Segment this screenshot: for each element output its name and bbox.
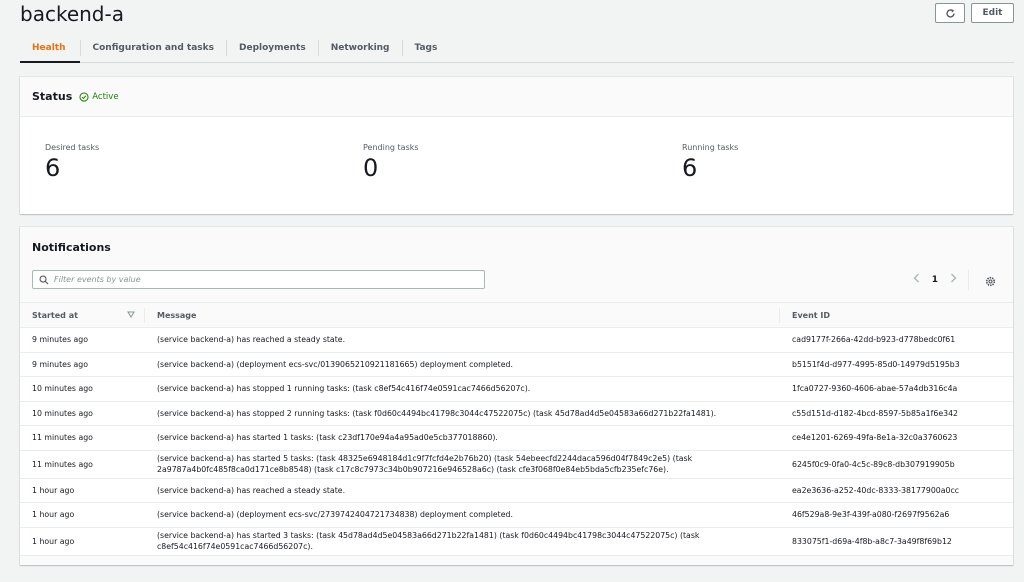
message-cell: (service backend-a) has stopped 1 runnin… — [145, 376, 780, 402]
tab-configuration-and-tasks[interactable]: Configuration and tasks — [81, 33, 226, 62]
page-title: backend-a — [20, 2, 124, 26]
message-cell: (service backend-a) has stopped 2 runnin… — [145, 401, 780, 426]
column-label: Started at — [32, 310, 78, 320]
status-panel: Status Active Desired tasks 6 Pending ta… — [20, 77, 1013, 214]
gear-icon — [985, 276, 996, 287]
event-id-cell: 46f529a8-9e3f-439f-a080-f2697f9562a6 — [780, 502, 1013, 528]
status-badge: Active — [79, 91, 119, 102]
check-circle-icon — [79, 91, 89, 102]
table-row: 9 minutes ago (service backend-a) has re… — [20, 327, 1013, 353]
sort-descending-icon[interactable] — [127, 311, 135, 318]
task-metrics: Desired tasks 6 Pending tasks 0 Running … — [20, 117, 1013, 214]
started-at-cell: 9 minutes ago — [20, 327, 145, 353]
started-at-cell: 1 hour ago — [20, 478, 145, 503]
column-label: Event ID — [792, 310, 831, 320]
metric-label: Pending tasks — [363, 143, 419, 152]
started-at-cell: 10 minutes ago — [20, 376, 145, 402]
tab-health[interactable]: Health — [20, 33, 80, 63]
event-id-cell: 833075f1-d69a-4f8b-a8c7-3a49f8f69b12 — [780, 527, 1013, 556]
refresh-icon — [945, 8, 955, 18]
table-settings-button[interactable] — [985, 274, 996, 292]
message-cell: (service backend-a) has reached a steady… — [145, 327, 780, 353]
started-at-cell: 9 minutes ago — [20, 352, 145, 377]
page-number[interactable]: 1 — [932, 275, 938, 285]
tab-tags[interactable]: Tags — [403, 33, 450, 62]
table-row: 9 minutes ago (service backend-a) (deplo… — [20, 352, 1013, 377]
filter-events-input[interactable] — [54, 275, 474, 284]
message-cell: (service backend-a) has started 5 tasks:… — [145, 450, 780, 479]
event-id-cell: b5151f4d-d977-4995-85d0-14979d5195b3 — [780, 352, 1013, 377]
metric-label: Running tasks — [682, 143, 739, 152]
table-row: 11 minutes ago (service backend-a) has s… — [20, 425, 1013, 451]
status-badge-label: Active — [92, 91, 119, 102]
message-cell: (service backend-a) has started 3 tasks:… — [145, 527, 780, 556]
table-row: 11 minutes ago (service backend-a) has s… — [20, 450, 1013, 479]
notifications-panel: Notifications 1 Started at — [20, 227, 1013, 565]
table-row: 1 hour ago (service backend-a) has start… — [20, 527, 1013, 556]
started-at-cell: 11 minutes ago — [20, 450, 145, 479]
table-row: 10 minutes ago (service backend-a) has s… — [20, 401, 1013, 426]
message-cell: (service backend-a) has reached a steady… — [145, 478, 780, 503]
header-actions: Edit — [935, 3, 1014, 23]
metric-desired-tasks: Desired tasks 6 — [45, 143, 99, 182]
table-row: 10 minutes ago (service backend-a) has s… — [20, 376, 1013, 402]
metric-running-tasks: Running tasks 6 — [682, 143, 738, 182]
pagination-divider — [968, 270, 969, 290]
search-icon — [39, 274, 49, 284]
chevron-left-icon — [913, 273, 919, 283]
column-started-at[interactable]: Started at — [20, 302, 145, 328]
started-at-cell: 11 minutes ago — [20, 425, 145, 451]
started-at-cell: 10 minutes ago — [20, 401, 145, 426]
message-cell: (service backend-a) (deployment ecs-svc/… — [145, 502, 780, 528]
previous-page-button[interactable] — [913, 273, 920, 286]
table-header-row: Started at Message Event ID — [20, 302, 1013, 328]
tab-networking[interactable]: Networking — [319, 33, 402, 62]
column-message[interactable]: Message — [145, 302, 780, 328]
message-cell: (service backend-a) (deployment ecs-svc/… — [145, 352, 780, 377]
event-id-cell: ea2e3636-a252-40dc-8333-38177900a0cc — [780, 478, 1013, 503]
tab-deployments[interactable]: Deployments — [227, 33, 318, 62]
column-label: Message — [157, 310, 197, 320]
column-event-id[interactable]: Event ID — [780, 302, 1013, 328]
started-at-cell: 1 hour ago — [20, 527, 145, 556]
edit-button[interactable]: Edit — [971, 3, 1014, 23]
event-id-cell: 6245f0c9-0fa0-4c5c-89c8-db307919905b — [780, 450, 1013, 479]
table-row: 1 hour ago (service backend-a) (deployme… — [20, 502, 1013, 528]
notifications-title: Notifications — [32, 241, 111, 254]
chevron-right-icon — [951, 273, 957, 283]
filter-events-field[interactable] — [32, 270, 485, 289]
metric-value: 6 — [45, 154, 61, 182]
event-id-cell: c55d151d-d182-4bcd-8597-5b85a1f6e342 — [780, 401, 1013, 426]
table-row: 1 hour ago (service backend-a) has reach… — [20, 478, 1013, 503]
event-id-cell: 1fca0727-9360-4606-abae-57a4db316c4a — [780, 376, 1013, 402]
refresh-button[interactable] — [935, 3, 965, 23]
metric-pending-tasks: Pending tasks 0 — [363, 143, 419, 182]
next-page-button[interactable] — [950, 273, 957, 286]
events-table-body: 9 minutes ago (service backend-a) has re… — [20, 327, 1013, 556]
pagination: 1 — [913, 273, 957, 286]
events-table: Started at Message Event ID 9 minutes ag… — [20, 302, 1013, 556]
tab-bar: Health Configuration and tasks Deploymen… — [20, 33, 1014, 63]
status-header: Status Active — [20, 77, 1013, 117]
metric-value: 6 — [682, 154, 698, 182]
event-id-cell: cad9177f-266a-42dd-b923-d778bedc0f61 — [780, 327, 1013, 353]
metric-value: 0 — [363, 154, 379, 182]
event-id-cell: ce4e1201-6269-49fa-8e1a-32c0a3760623 — [780, 425, 1013, 451]
message-cell: (service backend-a) has started 1 tasks:… — [145, 425, 780, 451]
status-title: Status — [32, 90, 73, 103]
metric-label: Desired tasks — [45, 143, 100, 152]
started-at-cell: 1 hour ago — [20, 502, 145, 528]
